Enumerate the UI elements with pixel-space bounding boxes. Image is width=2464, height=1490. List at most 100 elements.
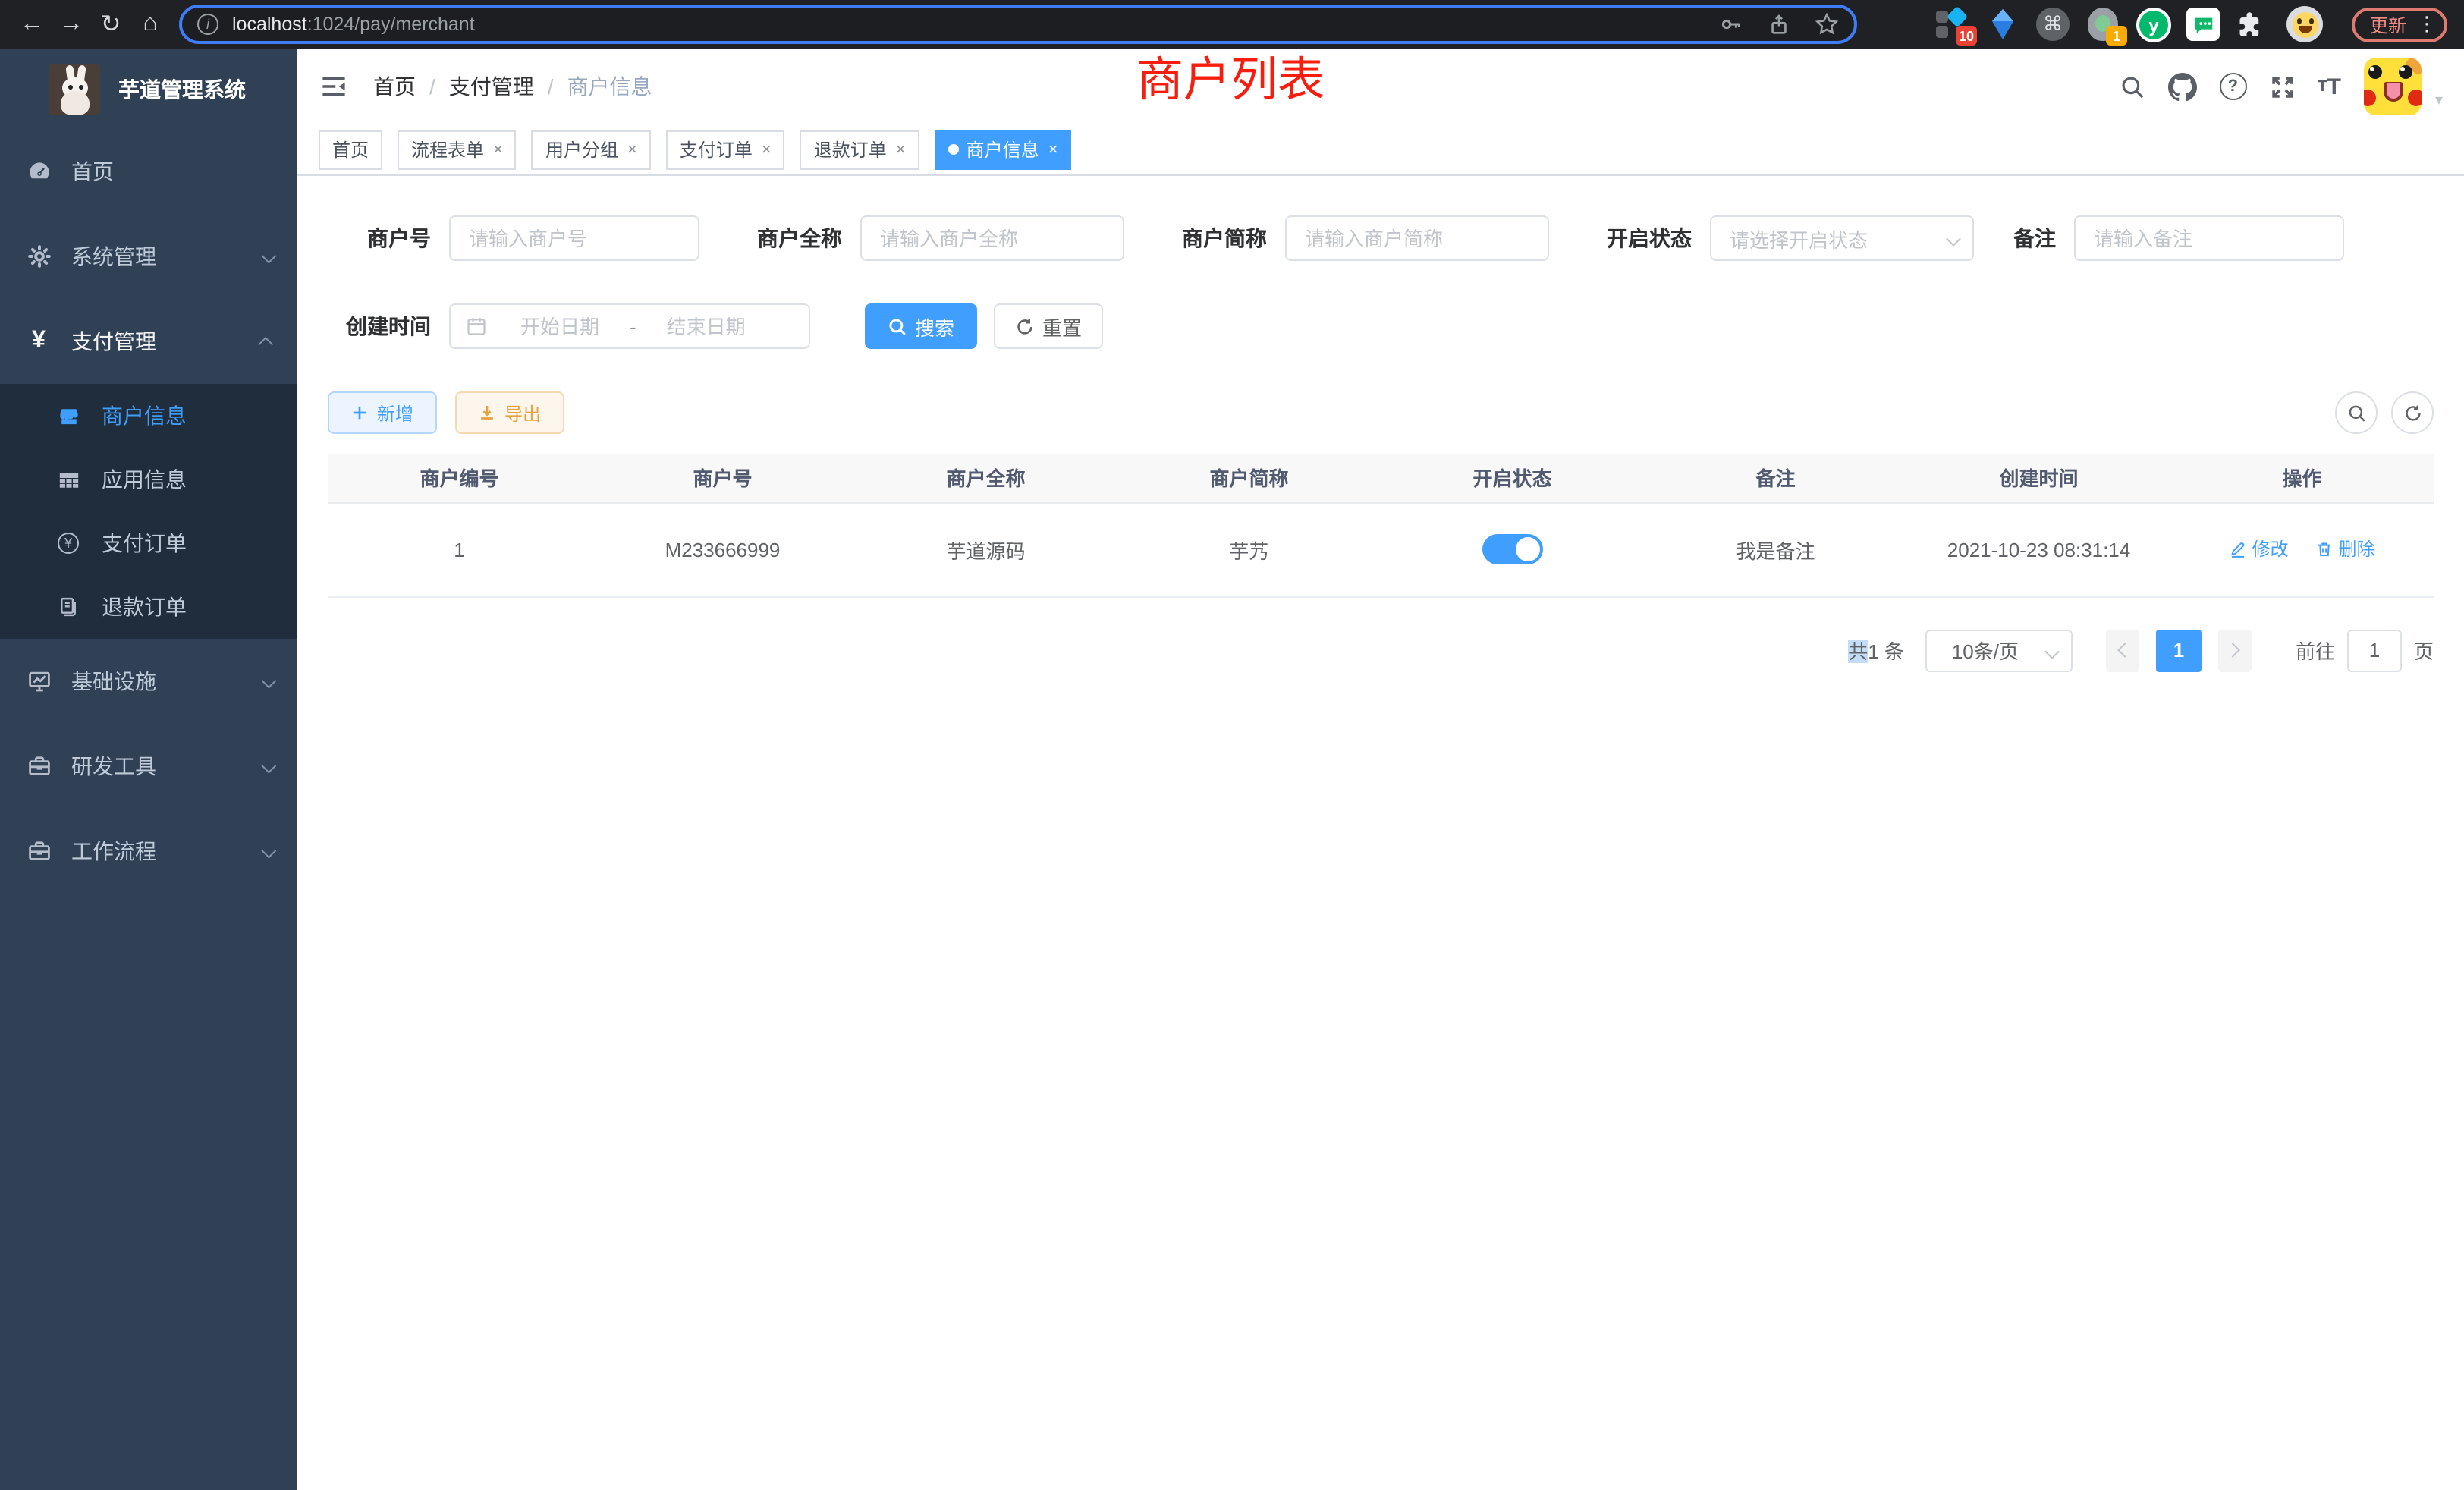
close-icon[interactable]: × — [1048, 140, 1058, 159]
search-icon[interactable] — [2119, 74, 2145, 99]
grid-icon — [56, 468, 80, 491]
remark-input[interactable] — [2074, 215, 2344, 261]
toolbox-icon — [26, 839, 52, 863]
extension-badge: 1 — [2106, 26, 2127, 46]
sidebar-item-infrastructure[interactable]: 基础设施 — [0, 639, 297, 724]
close-icon[interactable]: × — [627, 140, 637, 159]
breadcrumb-home[interactable]: 首页 — [373, 71, 416, 102]
address-bar[interactable]: i localhost:1024/pay/merchant — [179, 5, 1857, 44]
status-toggle[interactable] — [1482, 534, 1543, 564]
sidebar-item-merchant-info[interactable]: 商户信息 — [0, 384, 297, 448]
breadcrumb: 首页 / 支付管理 / 商户信息 — [373, 71, 652, 102]
prev-page-button[interactable] — [2106, 629, 2139, 671]
breadcrumb-payment: 支付管理 — [449, 71, 534, 102]
bookmark-star-icon[interactable] — [1815, 12, 1839, 36]
page-size-select[interactable]: 10条/页 — [1925, 629, 2073, 671]
browser-toolbar: ← → ↻ ⌂ i localhost:1024/pay/merchant 10 — [0, 0, 2464, 49]
share-icon[interactable] — [1768, 13, 1790, 36]
sidebar-collapse-icon[interactable] — [320, 73, 347, 100]
extension-command-icon[interactable]: ⌘ — [2036, 8, 2070, 41]
sidebar-item-dev-tools[interactable]: 研发工具 — [0, 724, 297, 809]
delete-link[interactable]: 删除 — [2316, 536, 2375, 562]
tab-pay-order[interactable]: 支付订单× — [666, 130, 785, 169]
browser-profile-avatar[interactable] — [2286, 6, 2323, 42]
extension-yuque-icon[interactable]: y — [2136, 8, 2170, 41]
app-title: 芋道管理系统 — [118, 74, 246, 104]
search-button[interactable]: 搜索 — [865, 303, 977, 349]
sidebar-item-system[interactable]: 系统管理 — [0, 214, 297, 299]
next-page-button[interactable] — [2218, 629, 2252, 671]
toolbox-icon — [26, 754, 52, 778]
refresh-button[interactable] — [2391, 391, 2434, 434]
browser-reload-icon[interactable]: ↻ — [91, 5, 130, 44]
extension-blob-icon[interactable]: 1 — [2086, 8, 2120, 41]
page-number-button[interactable]: 1 — [2156, 629, 2202, 671]
close-icon[interactable]: × — [493, 140, 503, 159]
add-button[interactable]: 新增 — [328, 391, 437, 434]
tab-process-form[interactable]: 流程表单× — [398, 130, 517, 169]
filter-create-time: 创建时间 - — [328, 303, 810, 349]
show-search-button[interactable] — [2335, 391, 2378, 434]
sidebar-item-label: 应用信息 — [102, 464, 297, 495]
sidebar-logo[interactable]: 芋道管理系统 — [0, 49, 297, 129]
extension-badge: 10 — [1956, 26, 1977, 46]
cell-create-time: 2021-10-23 08:31:14 — [1907, 502, 2170, 596]
tab-merchant-info[interactable]: 商户信息× — [935, 130, 1072, 169]
close-icon[interactable]: × — [762, 140, 772, 159]
sidebar-item-home[interactable]: 首页 — [0, 129, 297, 214]
table-tools — [2335, 391, 2434, 434]
help-icon[interactable]: ? — [2219, 73, 2246, 100]
active-dot — [948, 144, 959, 155]
full-name-input[interactable] — [860, 215, 1124, 261]
font-size-icon[interactable]: TT — [2318, 74, 2341, 99]
browser-menu-kebab-icon[interactable]: ⋮ — [2417, 12, 2437, 36]
sidebar-item-payment[interactable]: ¥ 支付管理 — [0, 299, 297, 384]
github-icon[interactable] — [2167, 72, 2196, 101]
goto-page-input[interactable] — [2347, 629, 2402, 671]
browser-back-icon[interactable]: ← — [12, 5, 52, 44]
sidebar-item-workflow[interactable]: 工作流程 — [0, 809, 297, 894]
end-date-input[interactable] — [640, 315, 773, 338]
sidebar-item-label: 研发工具 — [71, 751, 262, 781]
extension-diamond-icon[interactable]: 10 — [1936, 8, 1969, 41]
tab-home[interactable]: 首页 — [319, 130, 382, 169]
filter-merchant-no: 商户号 — [328, 215, 699, 261]
short-name-input[interactable] — [1285, 215, 1549, 261]
extension-chat-icon[interactable] — [2186, 8, 2220, 41]
password-key-icon[interactable] — [1719, 12, 1743, 36]
cell-remark: 我是备注 — [1644, 502, 1907, 596]
avatar-caret-icon[interactable]: ▾ — [2435, 93, 2443, 115]
reset-button[interactable]: 重置 — [994, 303, 1103, 349]
date-range-picker[interactable]: - — [449, 303, 810, 349]
export-button[interactable]: 导出 — [455, 391, 564, 434]
user-avatar[interactable] — [2364, 58, 2422, 115]
browser-forward-icon[interactable]: → — [52, 5, 91, 44]
start-date-input[interactable] — [493, 315, 627, 338]
filter-status: 开启状态 请选择开启状态 — [1589, 215, 1974, 261]
merchant-table: 商户编号 商户号 商户全称 商户简称 开启状态 备注 创建时间 操作 1 M23… — [328, 454, 2434, 597]
url-path[interactable]: :1024/pay/merchant — [307, 14, 475, 35]
status-select[interactable]: 请选择开启状态 — [1710, 215, 1974, 261]
browser-update-button[interactable]: 更新 ⋮ — [2352, 7, 2447, 42]
sidebar-item-app-info[interactable]: 应用信息 — [0, 448, 297, 511]
filter-full-name: 商户全称 — [739, 215, 1124, 261]
site-info-icon[interactable]: i — [197, 14, 218, 35]
column-header: 创建时间 — [1907, 454, 2170, 502]
merchant-no-input[interactable] — [449, 215, 699, 261]
sidebar-item-pay-orders[interactable]: ¥ 支付订单 — [0, 511, 297, 575]
sidebar-item-refund-orders[interactable]: 退款订单 — [0, 575, 297, 639]
browser-home-icon[interactable]: ⌂ — [130, 5, 170, 44]
close-icon[interactable]: × — [896, 140, 906, 159]
extension-gem-icon[interactable] — [1986, 8, 2019, 41]
logo-rabbit-image — [49, 63, 100, 115]
tab-refund-order[interactable]: 退款订单× — [800, 130, 919, 169]
url-host[interactable]: localhost — [232, 14, 307, 35]
sidebar: 芋道管理系统 首页 系统管理 ¥ 支付管理 商户信息 — [0, 49, 297, 1490]
edit-link[interactable]: 修改 — [2229, 536, 2288, 562]
tab-user-group[interactable]: 用户分组× — [532, 130, 651, 169]
extensions-puzzle-icon[interactable] — [2236, 8, 2270, 41]
sidebar-item-label: 工作流程 — [71, 836, 262, 866]
fullscreen-icon[interactable] — [2269, 74, 2295, 99]
filter-short-name: 商户简称 — [1164, 215, 1549, 261]
cell-actions: 修改 删除 — [2170, 502, 2434, 596]
